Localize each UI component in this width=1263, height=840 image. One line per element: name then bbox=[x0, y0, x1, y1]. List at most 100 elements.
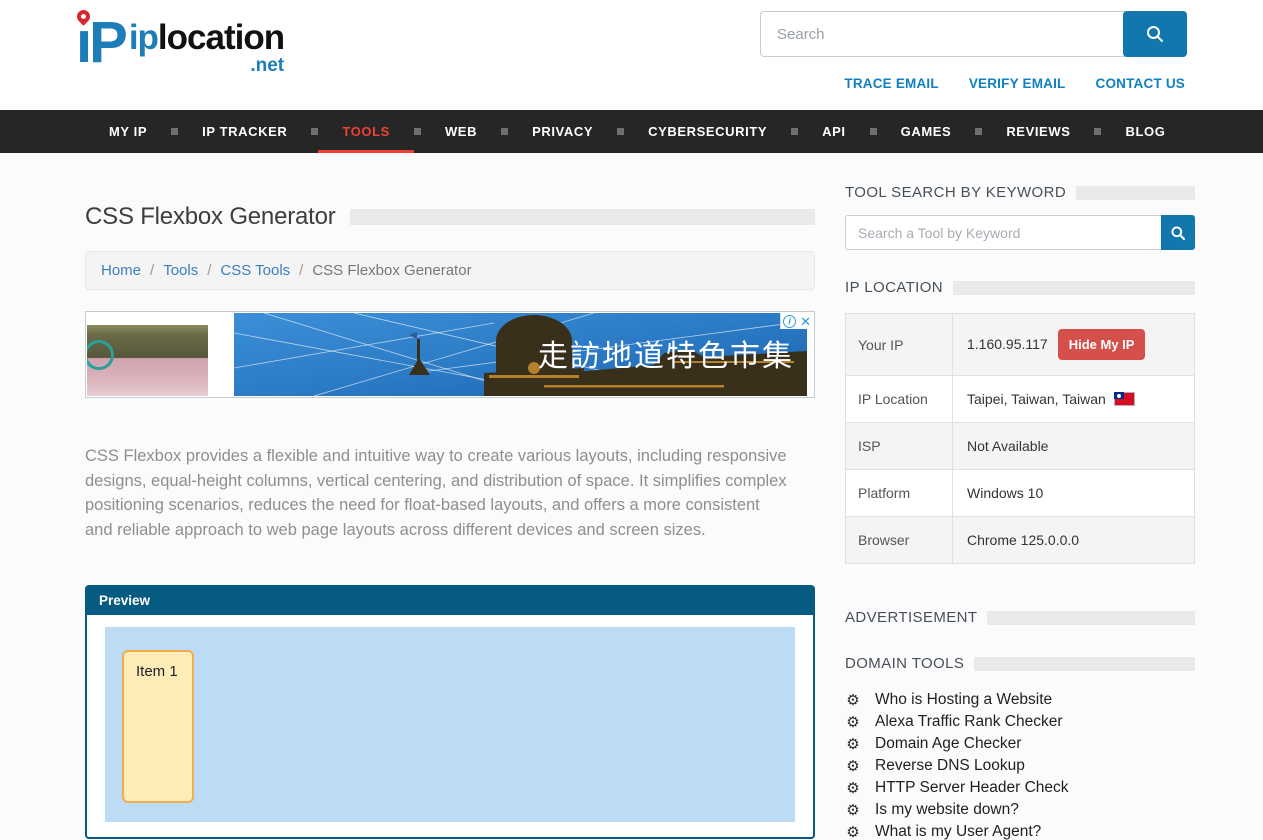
site-logo[interactable]: ıP iplocation .net bbox=[76, 8, 284, 78]
domain-tools-list: ⚙Who is Hosting a Website⚙Alexa Traffic … bbox=[845, 689, 1195, 840]
domain-tool-label: Alexa Traffic Rank Checker bbox=[875, 713, 1063, 731]
nav-separator bbox=[975, 128, 982, 135]
domain-tool-who-is-hosting-a-website[interactable]: ⚙Who is Hosting a Website bbox=[845, 689, 1195, 711]
breadcrumb-home[interactable]: Home bbox=[101, 262, 141, 279]
domain-tools-heading-text: DOMAIN TOOLS bbox=[845, 655, 964, 672]
header-link-trace-email[interactable]: TRACE EMAIL bbox=[844, 76, 938, 91]
ip-row-label: Platform bbox=[846, 470, 953, 517]
ip-row-value-text: 1.160.95.117 bbox=[967, 336, 1048, 352]
ip-row-value-text: Not Available bbox=[967, 438, 1048, 454]
ad-main-image: 走訪地道特色市集 bbox=[234, 313, 807, 396]
breadcrumb-css-tools[interactable]: CSS Tools bbox=[220, 262, 290, 279]
ad-close-icon[interactable]: ✕ bbox=[800, 315, 811, 328]
tool-search-heading: TOOL SEARCH BY KEYWORD bbox=[845, 184, 1195, 201]
gear-icon: ⚙ bbox=[845, 779, 861, 797]
gear-icon: ⚙ bbox=[845, 823, 861, 840]
sidebar: TOOL SEARCH BY KEYWORD IP LOCATION Your … bbox=[845, 153, 1195, 840]
nav-item-reviews[interactable]: REVIEWS bbox=[982, 110, 1094, 153]
header-link-contact-us[interactable]: CONTACT US bbox=[1096, 76, 1186, 91]
domain-tool-is-my-website-down[interactable]: ⚙Is my website down? bbox=[845, 799, 1195, 821]
site-header: ıP iplocation .net TRACE EMAIL VERIFY EMA… bbox=[0, 0, 1263, 110]
advertisement-heading-text: ADVERTISEMENT bbox=[845, 609, 977, 626]
nav-item-games[interactable]: GAMES bbox=[877, 110, 976, 153]
tool-description: CSS Flexbox provides a flexible and intu… bbox=[85, 444, 791, 542]
domain-tool-alexa-traffic-rank-checker[interactable]: ⚙Alexa Traffic Rank Checker bbox=[845, 711, 1195, 733]
ip-location-heading: IP LOCATION bbox=[845, 279, 1195, 296]
heading-decorative-bar bbox=[1076, 186, 1195, 200]
breadcrumb-separator: / bbox=[299, 262, 303, 279]
breadcrumb-tools[interactable]: Tools bbox=[163, 262, 198, 279]
ad-caption: 走訪地道特色市集 bbox=[538, 339, 794, 374]
flex-preview-container: Item 1 bbox=[105, 627, 795, 822]
nav-separator bbox=[414, 128, 421, 135]
nav-item-cybersecurity[interactable]: CYBERSECURITY bbox=[624, 110, 791, 153]
ip-table-row-your-ip: Your IP 1.160.95.117 Hide My IP bbox=[846, 314, 1195, 376]
ip-row-value-text: Taipei, Taiwan, Taiwan bbox=[967, 391, 1106, 407]
ip-row-value: Chrome 125.0.0.0 bbox=[953, 517, 1195, 564]
nav-separator bbox=[1094, 128, 1101, 135]
ad-controls: i ✕ bbox=[780, 313, 813, 329]
site-search-input[interactable] bbox=[760, 11, 1125, 57]
nav-item-privacy[interactable]: PRIVACY bbox=[508, 110, 617, 153]
ip-row-label: IP Location bbox=[846, 376, 953, 423]
domain-tool-label: HTTP Server Header Check bbox=[875, 779, 1069, 797]
gear-icon: ⚙ bbox=[845, 735, 861, 753]
nav-separator bbox=[791, 128, 798, 135]
domain-tool-what-is-my-user-agent[interactable]: ⚙ What is my User Agent? bbox=[845, 821, 1195, 840]
gear-icon: ⚙ bbox=[845, 757, 861, 775]
gear-icon: ⚙ bbox=[845, 801, 861, 819]
domain-tool-reverse-dns-lookup[interactable]: ⚙ Reverse DNS Lookup bbox=[845, 755, 1195, 777]
domain-tool-domain-age-checker[interactable]: ⚙ Domain Age Checker bbox=[845, 733, 1195, 755]
ip-row-value: Not Available bbox=[953, 423, 1195, 470]
ip-row-label: Your IP bbox=[846, 314, 953, 376]
ad-banner[interactable]: 走訪地道特色市集 i ✕ bbox=[85, 311, 815, 398]
nav-item-web[interactable]: WEB bbox=[421, 110, 501, 153]
site-search-button[interactable] bbox=[1123, 11, 1187, 57]
logo-word-location: location bbox=[158, 18, 284, 57]
taiwan-flag-icon bbox=[1114, 392, 1135, 406]
content: CSS Flexbox Generator Home / Tools / CSS Too… bbox=[0, 153, 1263, 840]
nav-item-my-ip[interactable]: MY IP bbox=[85, 110, 171, 153]
ip-location-table: Your IP 1.160.95.117 Hide My IP IP Location… bbox=[845, 313, 1195, 564]
domain-tool-http-server-header-check[interactable]: ⚙ HTTP Server Header Check bbox=[845, 777, 1195, 799]
nav-item-blog[interactable]: BLOG bbox=[1101, 110, 1189, 153]
domain-tool-label: What is my User Agent? bbox=[875, 823, 1041, 840]
ip-row-value: 1.160.95.117 Hide My IP bbox=[953, 314, 1195, 376]
advertisement-heading: ADVERTISEMENT bbox=[845, 609, 1195, 626]
nav-item-api[interactable]: API bbox=[798, 110, 869, 153]
ip-row-label: Browser bbox=[846, 517, 953, 564]
hide-my-ip-button[interactable]: Hide My IP bbox=[1058, 329, 1146, 360]
ip-row-value-text: Chrome 125.0.0.0 bbox=[967, 532, 1079, 548]
ad-left-image bbox=[87, 325, 208, 396]
nav-separator bbox=[870, 128, 877, 135]
domain-tool-label: Who is Hosting a Website bbox=[875, 691, 1052, 709]
domain-tools-heading: DOMAIN TOOLS bbox=[845, 655, 1195, 672]
tool-search-button[interactable] bbox=[1161, 215, 1195, 250]
logo-text: iplocation .net bbox=[129, 20, 284, 75]
title-decorative-bar bbox=[350, 209, 815, 225]
nav-separator bbox=[171, 128, 178, 135]
nav-item-ip-tracker[interactable]: IP TRACKER bbox=[178, 110, 311, 153]
nav-separator bbox=[501, 128, 508, 135]
ip-row-label: ISP bbox=[846, 423, 953, 470]
breadcrumb-separator: / bbox=[207, 262, 211, 279]
flex-preview-item[interactable]: Item 1 bbox=[122, 650, 194, 803]
ip-row-value-text: Windows 10 bbox=[967, 485, 1043, 501]
nav-item-tools[interactable]: TOOLS bbox=[318, 110, 414, 153]
title-row: CSS Flexbox Generator bbox=[85, 203, 815, 231]
preview-box: Preview Item 1 bbox=[85, 585, 815, 839]
domain-tool-label: Reverse DNS Lookup bbox=[875, 757, 1025, 775]
ad-info-icon[interactable]: i bbox=[783, 315, 796, 328]
main-nav: MY IPIP TRACKERTOOLSWEBPRIVACYCYBERSECUR… bbox=[0, 110, 1263, 153]
tool-search-input[interactable] bbox=[845, 215, 1161, 250]
preview-body: Item 1 bbox=[87, 615, 813, 837]
tool-search bbox=[845, 215, 1195, 250]
search-icon bbox=[1170, 225, 1186, 241]
header-links: TRACE EMAIL VERIFY EMAIL CONTACT US bbox=[844, 76, 1185, 91]
nav-separator bbox=[311, 128, 318, 135]
domain-tool-label: Domain Age Checker bbox=[875, 735, 1021, 753]
ip-table-row-platform: Platform Windows 10 bbox=[846, 470, 1195, 517]
header-link-verify-email[interactable]: VERIFY EMAIL bbox=[969, 76, 1066, 91]
header-search bbox=[760, 11, 1187, 57]
heading-decorative-bar bbox=[987, 611, 1195, 625]
